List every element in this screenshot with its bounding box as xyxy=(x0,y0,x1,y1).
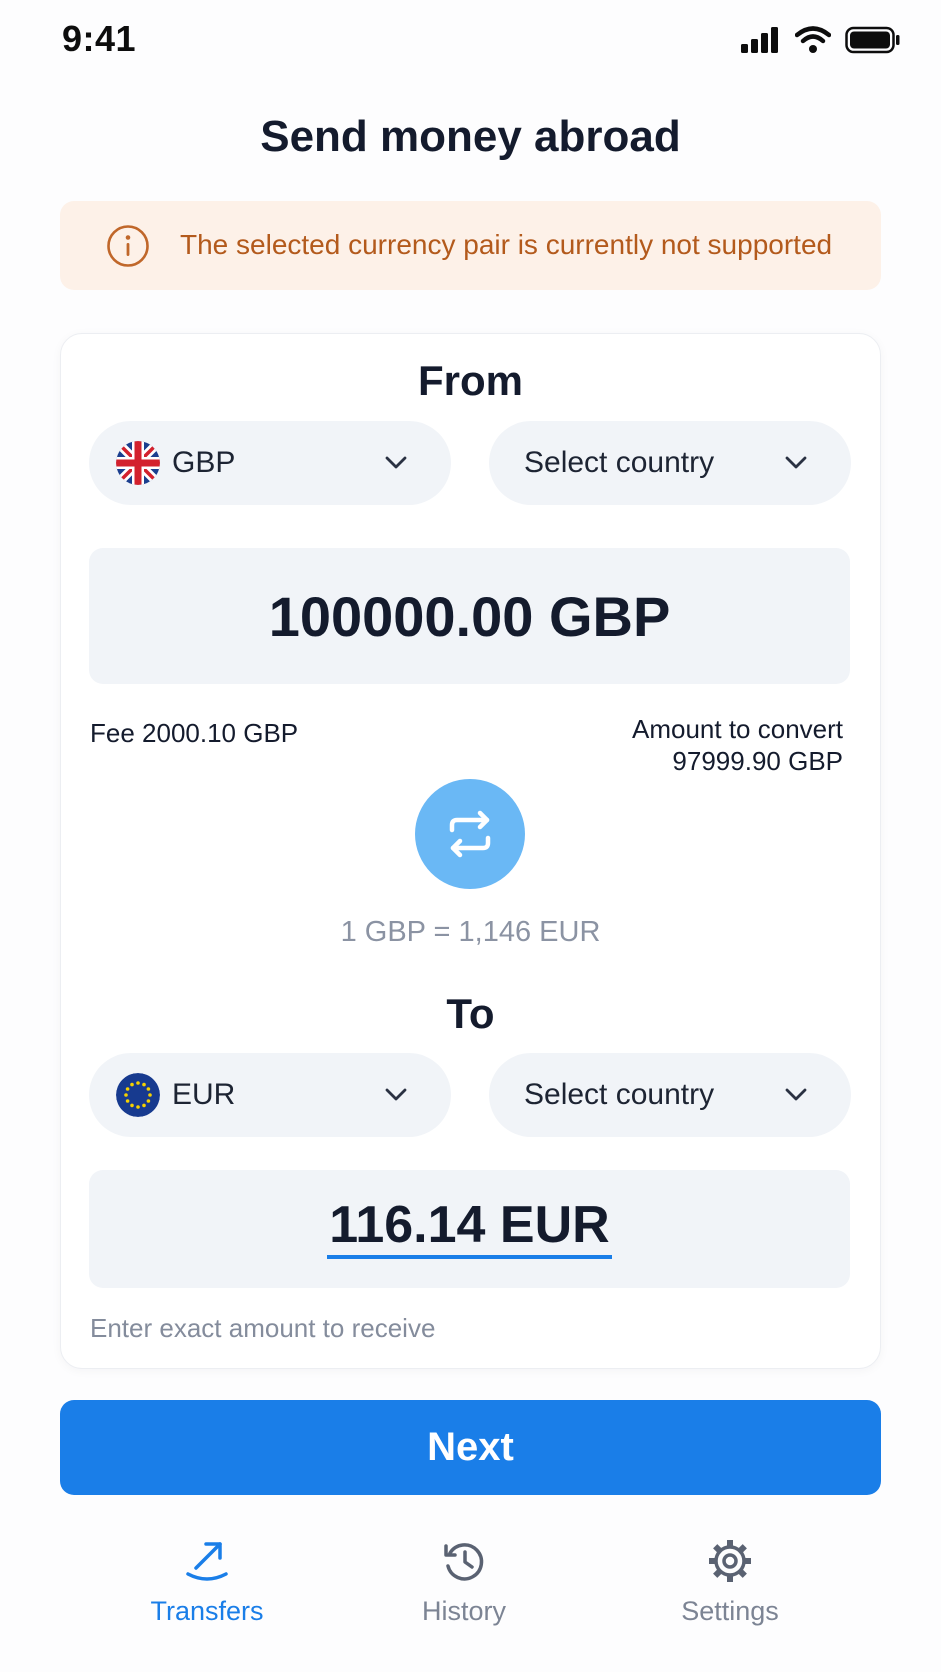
from-currency-label: GBP xyxy=(172,446,236,479)
convert-label: Amount to convert xyxy=(632,714,843,744)
from-country-select[interactable]: Select country xyxy=(489,421,851,505)
info-icon xyxy=(107,225,149,267)
to-country-placeholder: Select country xyxy=(524,1078,715,1111)
from-title: From xyxy=(418,357,523,404)
receive-hint: Enter exact amount to receive xyxy=(90,1313,436,1343)
convert-value: 97999.90 GBP xyxy=(672,746,843,776)
amount-to-convert: Amount to convert 97999.90 GBP xyxy=(632,713,843,777)
to-currency-label: EUR xyxy=(172,1078,236,1111)
receive-amount-input[interactable]: 116.14 EUR xyxy=(89,1170,850,1288)
history-icon xyxy=(444,1543,484,1581)
wifi-icon xyxy=(795,26,831,53)
tab-history-label: History xyxy=(421,1596,506,1626)
page-title: Send money abroad xyxy=(260,112,681,161)
send-amount-input[interactable]: 100000.00 GBP xyxy=(89,548,850,684)
to-title: To xyxy=(446,990,495,1037)
tab-settings[interactable]: Settings xyxy=(630,1536,830,1627)
to-country-select[interactable]: Select country xyxy=(489,1053,851,1137)
chevron-down-icon xyxy=(385,1088,407,1101)
send-arrow-icon xyxy=(186,1542,228,1581)
status-bar: 9:41 xyxy=(0,0,941,84)
chevron-down-icon xyxy=(385,456,407,469)
from-country-placeholder: Select country xyxy=(524,446,715,479)
next-button[interactable]: Next xyxy=(60,1400,881,1495)
status-icons xyxy=(741,26,901,54)
battery-icon xyxy=(845,26,900,54)
gear-icon xyxy=(709,1540,751,1582)
swap-icon xyxy=(449,810,491,858)
uk-flag-icon xyxy=(116,441,160,485)
tab-settings-label: Settings xyxy=(681,1596,779,1626)
receive-amount-value: 116.14 EUR xyxy=(327,1199,612,1259)
chevron-down-icon xyxy=(785,456,807,469)
status-time: 9:41 xyxy=(62,18,137,59)
tab-transfers[interactable]: Transfers xyxy=(107,1536,307,1627)
fee-text: Fee 2000.10 GBP xyxy=(90,718,299,748)
swap-currencies-button[interactable] xyxy=(415,779,525,889)
to-currency-select[interactable]: EUR xyxy=(89,1053,451,1137)
signal-icon xyxy=(741,27,778,53)
tab-transfers-label: Transfers xyxy=(150,1596,264,1626)
exchange-rate: 1 GBP = 1,146 EUR xyxy=(340,916,601,948)
eu-flag-icon xyxy=(116,1073,160,1117)
from-currency-select[interactable]: GBP xyxy=(89,421,451,505)
tab-history[interactable]: History xyxy=(364,1536,564,1627)
alert-message: The selected currency pair is currently … xyxy=(180,229,833,260)
chevron-down-icon xyxy=(785,1088,807,1101)
